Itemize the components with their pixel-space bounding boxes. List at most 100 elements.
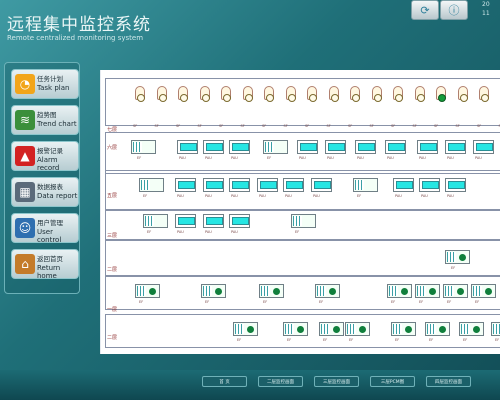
air-handler-unit[interactable]: [263, 140, 288, 154]
status-dot-icon: [149, 288, 156, 295]
fan-unit[interactable]: [264, 86, 274, 102]
ac-unit[interactable]: [283, 178, 304, 192]
fan-unit[interactable]: [436, 86, 446, 102]
ac-unit[interactable]: [203, 140, 224, 154]
ac-unit[interactable]: [297, 140, 318, 154]
sidebar-item-alarm-record[interactable]: ▲ 报警记录 Alarm record: [11, 141, 79, 172]
sidebar-item-trend-chart[interactable]: ≋ 趋势图 Trend chart: [11, 105, 79, 135]
air-handler-unit[interactable]: [139, 178, 164, 192]
exhaust-unit[interactable]: [259, 284, 284, 298]
fan-unit[interactable]: [242, 86, 253, 102]
fan-unit[interactable]: [307, 86, 317, 102]
grille-icon: [347, 324, 356, 334]
device-label: EF: [357, 194, 362, 198]
ac-unit[interactable]: [229, 178, 250, 192]
grille-icon: [445, 286, 454, 296]
exhaust-unit[interactable]: [471, 284, 496, 298]
device-label: PAU: [231, 156, 238, 160]
device-label: SF: [283, 124, 288, 128]
info-button[interactable]: ⓘ: [440, 0, 468, 20]
exhaust-unit[interactable]: [135, 284, 160, 298]
fan-unit[interactable]: [328, 86, 339, 102]
ac-unit[interactable]: [203, 214, 224, 228]
fan-unit[interactable]: [221, 86, 231, 102]
app-subtitle: Remote centralized monitoring system: [7, 34, 144, 42]
exhaust-unit[interactable]: [201, 284, 226, 298]
exhaust-unit[interactable]: [387, 284, 412, 298]
bottom-button-floor3[interactable]: 三层监控画面: [314, 376, 359, 387]
fan-unit[interactable]: [393, 86, 403, 102]
exhaust-unit[interactable]: [319, 322, 344, 336]
ac-unit[interactable]: [445, 178, 466, 192]
status-dot-icon: [457, 288, 464, 295]
exhaust-unit[interactable]: [443, 284, 468, 298]
bottom-button-floor3-pcm[interactable]: 三层PCM图: [370, 376, 415, 387]
fan-unit[interactable]: [156, 86, 167, 102]
exhaust-unit[interactable]: [415, 284, 440, 298]
fan-unit[interactable]: [135, 86, 145, 102]
exhaust-unit[interactable]: [391, 322, 416, 336]
floor-label: 五层: [107, 193, 118, 199]
ac-unit[interactable]: [325, 140, 346, 154]
ac-unit[interactable]: [175, 178, 196, 192]
fan-unit[interactable]: [350, 86, 360, 102]
ac-unit[interactable]: [417, 140, 438, 154]
ac-unit[interactable]: [473, 140, 494, 154]
exhaust-unit[interactable]: [425, 322, 450, 336]
air-handler-unit[interactable]: [131, 140, 156, 154]
fan-unit[interactable]: [178, 86, 188, 102]
exhaust-unit[interactable]: [233, 322, 258, 336]
exhaust-unit[interactable]: [445, 250, 470, 264]
bottom-button-floor2[interactable]: 二层监控画面: [258, 376, 303, 387]
ac-unit[interactable]: [419, 178, 440, 192]
device-label: PAU: [299, 156, 306, 160]
device-label: EF: [475, 300, 480, 304]
device-label: SF: [240, 124, 245, 128]
exhaust-unit[interactable]: [283, 322, 308, 336]
refresh-button[interactable]: ⟳: [411, 0, 439, 20]
sidebar-item-label-cn: 数据报表: [37, 183, 63, 191]
fan-unit[interactable]: [457, 86, 468, 102]
grille-icon: [447, 252, 456, 262]
bottom-button-home[interactable]: 首 页: [202, 376, 247, 387]
floor-label: 二层: [107, 267, 118, 273]
exhaust-unit[interactable]: [459, 322, 484, 336]
sidebar-item-data-report[interactable]: ▦ 数据报表 Data report: [11, 177, 79, 207]
device-label: EF: [267, 156, 272, 160]
ac-unit[interactable]: [311, 178, 332, 192]
fan-unit[interactable]: [414, 86, 425, 102]
status-dot-icon: [405, 326, 412, 333]
sidebar-item-return-home[interactable]: ⌂ 返回首页 Return home: [11, 249, 79, 280]
ac-unit[interactable]: [355, 140, 376, 154]
air-handler-unit[interactable]: [353, 178, 378, 192]
sidebar-item-task-plan[interactable]: ◔ 任务计划 Task plan: [11, 69, 79, 99]
ac-unit[interactable]: [393, 178, 414, 192]
fan-unit[interactable]: [479, 86, 489, 102]
device-label: PAU: [447, 156, 454, 160]
ac-unit[interactable]: [257, 178, 278, 192]
fan-unit[interactable]: [371, 86, 382, 102]
bottom-button-floor4[interactable]: 四层监控画面: [426, 376, 471, 387]
device-label: PAU: [419, 156, 426, 160]
fan-unit[interactable]: [285, 86, 296, 102]
ac-unit[interactable]: [203, 178, 224, 192]
ac-unit[interactable]: [445, 140, 466, 154]
ac-unit[interactable]: [385, 140, 406, 154]
sidebar-item-user-control[interactable]: ☺ 用户管理 User control: [11, 213, 79, 244]
device-label: SF: [197, 124, 202, 128]
grille-icon: [355, 180, 364, 190]
air-handler-unit[interactable]: [143, 214, 168, 228]
device-label: SF: [305, 124, 310, 128]
device-label: EF: [205, 300, 210, 304]
exhaust-unit[interactable]: [345, 322, 370, 336]
ac-unit[interactable]: [229, 140, 250, 154]
ac-unit[interactable]: [229, 214, 250, 228]
ac-unit[interactable]: [177, 140, 198, 154]
device-label: EF: [391, 300, 396, 304]
device-label: EF: [237, 338, 242, 342]
fan-unit[interactable]: [199, 86, 210, 102]
ac-unit[interactable]: [175, 214, 196, 228]
exhaust-unit[interactable]: [315, 284, 340, 298]
exhaust-unit[interactable]: [491, 322, 500, 336]
air-handler-unit[interactable]: [291, 214, 316, 228]
